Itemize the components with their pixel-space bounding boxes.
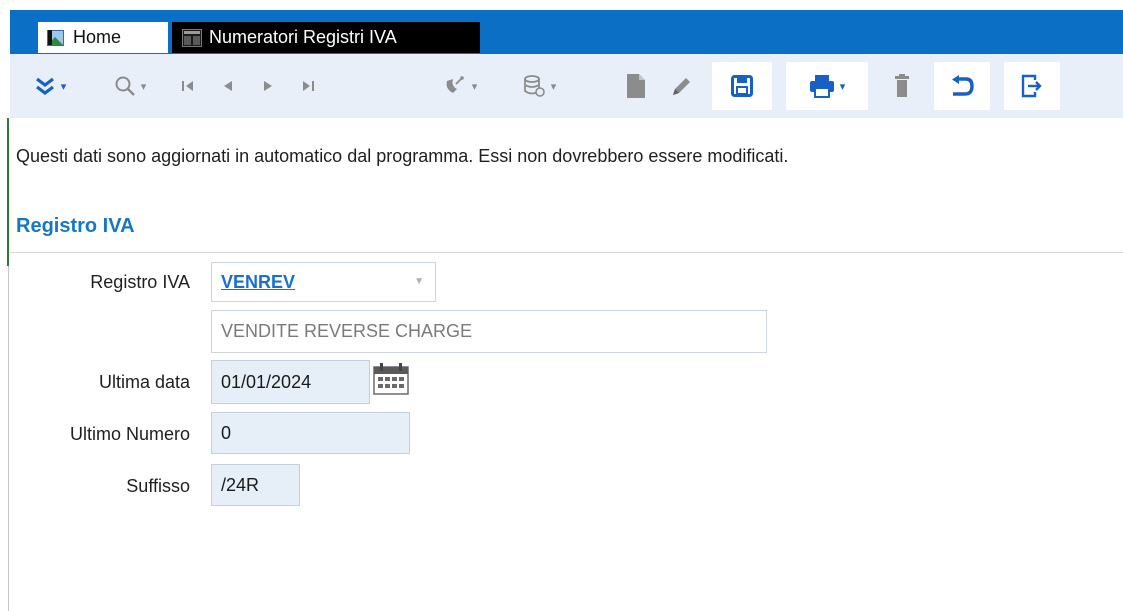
chevron-down-icon[interactable]: ▼ bbox=[414, 276, 424, 287]
window-icon bbox=[182, 28, 202, 47]
delete-button[interactable] bbox=[884, 62, 920, 110]
undo-icon bbox=[952, 75, 974, 96]
printer-icon bbox=[809, 75, 834, 98]
registro-iva-label: Registro IVA bbox=[90, 272, 190, 292]
ultima-data-field[interactable]: 01/01/2024 bbox=[211, 360, 370, 404]
last-record-icon bbox=[303, 81, 314, 91]
search-icon bbox=[115, 76, 135, 96]
trash-icon bbox=[895, 74, 909, 97]
toolbar: ▾ ▾ ▾ ▾ ▾ bbox=[10, 54, 1123, 118]
save-button[interactable] bbox=[712, 62, 772, 110]
section-title: Registro IVA bbox=[16, 215, 135, 237]
section-divider bbox=[10, 252, 1123, 253]
suffisso-field[interactable]: /24R bbox=[211, 464, 300, 506]
suffisso-value: /24R bbox=[221, 474, 260, 495]
first-record-button[interactable] bbox=[170, 62, 206, 110]
accent-border bbox=[7, 118, 9, 266]
ultimo-numero-value: 0 bbox=[221, 422, 232, 443]
first-record-icon bbox=[182, 81, 193, 91]
tools-icon bbox=[446, 76, 464, 93]
save-icon bbox=[731, 75, 753, 97]
ultima-data-label: Ultima data bbox=[98, 372, 190, 392]
home-app-icon bbox=[47, 29, 64, 46]
previous-record-button[interactable] bbox=[210, 62, 246, 110]
suffisso-label: Suffisso bbox=[126, 476, 190, 496]
calendar-icon[interactable] bbox=[372, 362, 410, 396]
print-button[interactable]: ▾ bbox=[786, 62, 868, 110]
chevron-down-icon: ▾ bbox=[60, 80, 67, 93]
edit-button[interactable] bbox=[662, 62, 702, 110]
registro-iva-description: VENDITE REVERSE CHARGE bbox=[221, 321, 473, 341]
tab-home[interactable]: Home bbox=[38, 22, 168, 53]
database-button[interactable]: ▾ bbox=[508, 62, 570, 110]
registro-iva-select[interactable]: VENREV ▼ bbox=[211, 262, 436, 302]
chevron-down-icon: ▾ bbox=[471, 80, 478, 93]
ultimo-numero-field[interactable]: 0 bbox=[211, 412, 410, 454]
search-button[interactable]: ▾ bbox=[102, 62, 158, 110]
tools-button[interactable]: ▾ bbox=[430, 62, 490, 110]
tab-active-label: Numeratori Registri IVA bbox=[209, 27, 397, 47]
ultima-data-value: 01/01/2024 bbox=[221, 371, 312, 392]
registro-iva-description-field: VENDITE REVERSE CHARGE bbox=[211, 310, 767, 353]
next-record-button[interactable] bbox=[250, 62, 286, 110]
ultimo-numero-label: Ultimo Numero bbox=[69, 424, 190, 444]
expand-button[interactable]: ▾ bbox=[20, 62, 80, 110]
new-document-button[interactable] bbox=[616, 62, 656, 110]
previous-record-icon bbox=[224, 81, 232, 91]
tab-home-label: Home bbox=[73, 27, 122, 47]
tab-numeratori-registri-iva[interactable]: Numeratori Registri IVA bbox=[172, 22, 480, 53]
tab-bar: Home Numeratori Registri IVA bbox=[10, 10, 1123, 54]
info-message: Questi dati sono aggiornati in automatic… bbox=[16, 146, 789, 166]
chevron-down-icon: ▾ bbox=[550, 80, 557, 93]
undo-button[interactable] bbox=[934, 62, 990, 110]
database-icon bbox=[523, 75, 545, 97]
left-border bbox=[8, 266, 9, 611]
exit-button[interactable] bbox=[1004, 62, 1060, 110]
next-record-icon bbox=[264, 81, 272, 91]
chevron-down-icon: ▾ bbox=[140, 80, 147, 93]
registro-iva-link[interactable]: VENREV bbox=[221, 272, 295, 293]
pencil-icon bbox=[673, 78, 690, 95]
new-document-icon bbox=[627, 74, 645, 98]
double-chevron-down-icon bbox=[35, 77, 54, 95]
last-record-button[interactable] bbox=[290, 62, 326, 110]
chevron-down-icon: ▾ bbox=[839, 80, 846, 93]
exit-icon bbox=[1021, 74, 1042, 98]
